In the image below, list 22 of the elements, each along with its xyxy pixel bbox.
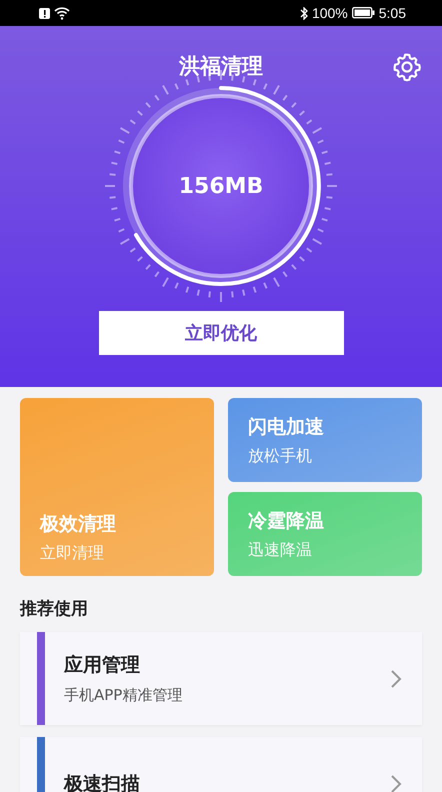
bluetooth-icon	[300, 6, 308, 20]
recommendation-subtitle: 手机APP精准管理	[64, 686, 184, 705]
card-title: 极效清理	[40, 512, 117, 537]
card-title: 闪电加速	[248, 414, 325, 440]
battery-icon	[352, 7, 375, 19]
section-title: 推荐使用	[18, 598, 89, 621]
chevron-right-icon	[390, 668, 402, 688]
card-title: 冷霆降温	[248, 508, 325, 534]
notification-icon	[39, 8, 50, 18]
chevron-right-icon	[390, 774, 402, 792]
app-title: 洪福清理	[179, 53, 263, 80]
clock: 5:05	[378, 5, 406, 21]
wifi-icon	[54, 6, 70, 20]
recommendation-title: 应用管理	[64, 653, 141, 678]
battery-percent: 100%	[312, 5, 348, 21]
card-subtitle: 立即清理	[40, 543, 105, 564]
optimize-button[interactable]: 立即优化	[98, 311, 344, 355]
settings-icon[interactable]	[392, 52, 422, 82]
card-subtitle: 迅速降温	[248, 540, 313, 560]
card-subtitle: 放松手机	[248, 446, 313, 466]
recommendation-card[interactable]: 应用管理 手机APP精准管理	[20, 632, 422, 725]
storage-value: 156MB	[178, 174, 264, 198]
